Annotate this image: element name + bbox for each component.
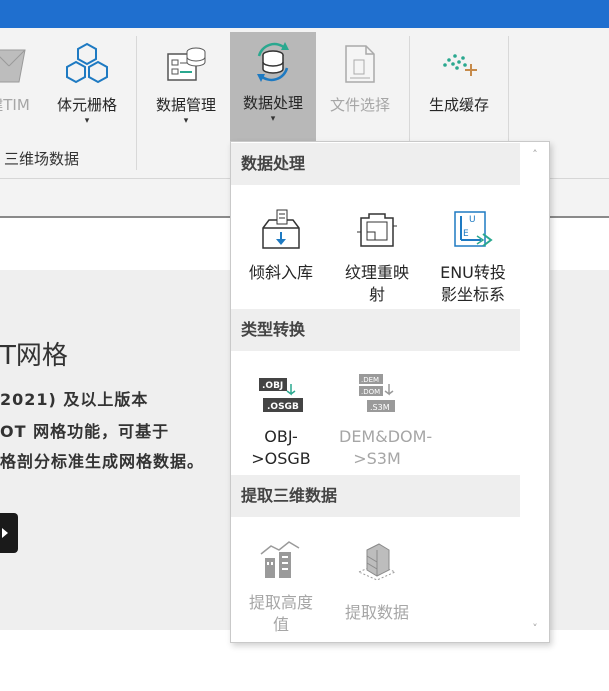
ribbon-button-label: 文件选择 (329, 96, 390, 114)
ribbon-button-data-management[interactable]: 数据管理 ▾ (146, 34, 226, 144)
ribbon-button-label: 数据处理 (242, 94, 303, 112)
ribbon-button-data-processing[interactable]: 数据处理 ▾ (230, 32, 316, 144)
section-header-extract-3d: 提取三维数据 (231, 475, 520, 517)
texture-remap-icon (357, 213, 397, 247)
ribbon-group-label: 三维场数据 (4, 150, 80, 168)
dropdown-arrow-icon: ▾ (183, 116, 189, 126)
ribbon-button-label: 生成缓存 (428, 96, 489, 114)
ribbon-separator (136, 36, 137, 170)
obj-text: .OBJ (262, 381, 283, 391)
menu-item-dem-dom-s3m[interactable]: .DEM .DOM .S3M DEM&DOM->S3M (329, 356, 433, 476)
ribbon-button-tim[interactable]: 建TIM (0, 34, 40, 144)
dropdown-arrow-icon: ▾ (270, 114, 276, 124)
menu-item-obj-osgb[interactable]: .OBJ .OSGB OBJ->OSGB (233, 356, 329, 476)
content-action-button[interactable] (0, 513, 18, 553)
menu-item-label: 提取数据 (344, 603, 409, 622)
cubes-icon (66, 42, 108, 84)
menu-item-extract-data[interactable]: 提取数据 (329, 522, 425, 642)
data-processing-icon (257, 42, 289, 82)
menu-item-label: ENU转投影坐标系 (440, 263, 506, 304)
svg-text:U: U (469, 215, 476, 225)
scroll-up-icon[interactable]: ˄ (525, 146, 545, 164)
ribbon-button-file-select[interactable]: 文件选择 (320, 34, 400, 144)
ribbon-button-label: 体元栅格 (56, 96, 117, 114)
file-select-icon (345, 45, 375, 83)
section-header-data-processing: 数据处理 (231, 143, 520, 185)
osgb-text: .OSGB (267, 402, 299, 412)
ribbon-button-label: 建TIM (0, 96, 30, 114)
menu-item-label: DEM&DOM->S3M (339, 427, 433, 468)
content-title: T网格 (0, 341, 68, 371)
content-line: 格剖分标准生成网格数据。 (0, 452, 205, 471)
menu-item-enu-projection[interactable]: U E ENU转投影坐标系 (425, 192, 521, 312)
menu-item-label: 提取高度值 (248, 593, 313, 634)
menu-item-label: OBJ->OSGB (251, 427, 311, 468)
oblique-storage-icon (262, 209, 300, 249)
menu-item-label: 纹理重映射 (344, 263, 409, 304)
data-processing-dropdown: ˄ ˅ 数据处理 倾斜入库 纹理重映射 U E ENU转投影坐标系 类型转换 .… (230, 141, 550, 643)
menu-item-extract-height[interactable]: 提取高度值 (233, 522, 329, 642)
content-line: OT 网格功能，可基于 (0, 422, 170, 441)
generate-cache-icon (443, 54, 477, 76)
ribbon-button-label: 数据管理 (155, 96, 216, 114)
menu-item-texture-remap[interactable]: 纹理重映射 (329, 192, 425, 312)
dropdown-arrow-icon: ▾ (84, 116, 90, 126)
dem-text: .DEM (361, 376, 379, 384)
ribbon-button-voxel-grid[interactable]: 体元栅格 ▾ (48, 34, 126, 144)
extract-height-icon (260, 541, 300, 578)
title-bar (0, 0, 609, 28)
svg-text:E: E (463, 229, 469, 239)
menu-item-oblique-storage[interactable]: 倾斜入库 (233, 192, 329, 312)
enu-projection-icon: U E (454, 211, 493, 247)
section-header-type-conversion: 类型转换 (231, 309, 520, 351)
content-line: 2021) 及以上版本 (0, 390, 149, 409)
data-management-icon (167, 47, 206, 81)
s3m-text: .S3M (370, 403, 390, 412)
extract-data-icon (357, 543, 397, 581)
dom-text: .DOM (361, 388, 380, 396)
tim-icon (0, 49, 26, 83)
ribbon-button-generate-cache[interactable]: 生成缓存 (418, 34, 500, 144)
obj-osgb-icon: .OBJ .OSGB (259, 378, 303, 412)
dem-dom-s3m-icon: .DEM .DOM .S3M (359, 374, 395, 412)
menu-item-label: 倾斜入库 (248, 263, 313, 282)
scroll-down-icon[interactable]: ˅ (525, 620, 545, 638)
